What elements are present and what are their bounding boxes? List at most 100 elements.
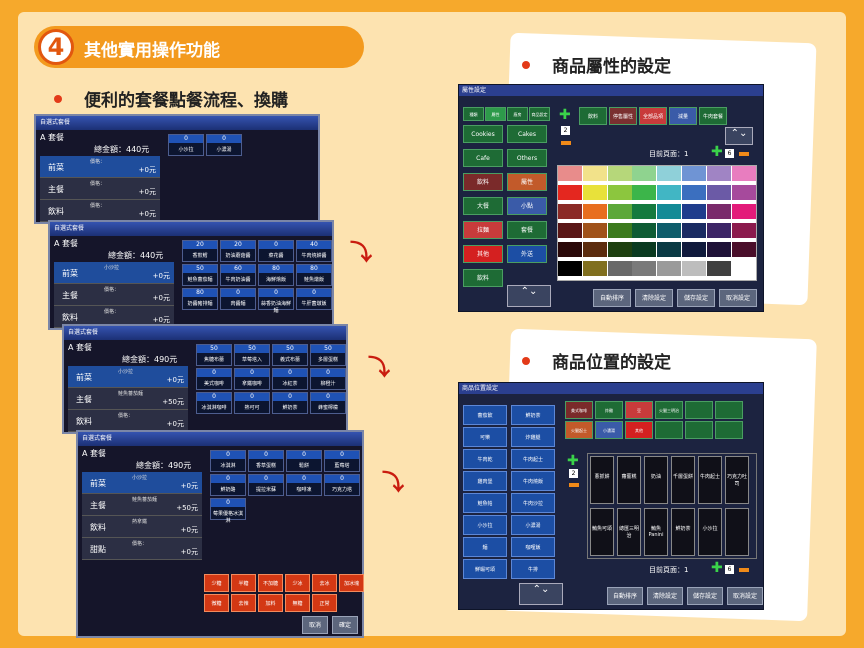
category-row[interactable]: 甜點 價格： +0元: [82, 538, 202, 560]
add-icon[interactable]: ✚: [559, 107, 571, 123]
product-button[interactable]: 牛肉燒飯: [511, 471, 555, 491]
color-swatch[interactable]: [731, 204, 756, 219]
position-slot[interactable]: 奶油: [644, 456, 668, 504]
menu-item-button[interactable]: 0 香草蛋糕: [248, 450, 284, 472]
option-button[interactable]: 無糖: [285, 594, 310, 612]
menu-item-button[interactable]: 20 香煎鱈: [182, 240, 218, 262]
category-button[interactable]: Cakes: [507, 125, 547, 143]
position-slot[interactable]: 鮮奶茶: [671, 508, 695, 556]
option-button[interactable]: 不加糖: [258, 574, 283, 592]
color-swatch[interactable]: [607, 204, 632, 219]
attribute-button[interactable]: 火腿起士: [565, 421, 593, 439]
menu-item-button[interactable]: 0 蒜香奶油海鮮麵: [258, 288, 294, 314]
menu-item-button[interactable]: 0 小濃湯: [206, 134, 242, 156]
attribute-button[interactable]: 美式咖啡: [565, 401, 593, 419]
menu-item-button[interactable]: 50 鮭魚蕃茄麵: [182, 264, 218, 286]
product-button[interactable]: 小沙拉: [463, 515, 507, 535]
position-slot[interactable]: 鮪魚可頌: [590, 508, 614, 556]
option-button[interactable]: 加冰塊: [339, 574, 364, 592]
menu-item-button[interactable]: 0 美式咖啡: [196, 368, 232, 390]
action-button[interactable]: 儲存設定: [687, 587, 723, 605]
category-button[interactable]: 外送: [507, 245, 547, 263]
color-swatch[interactable]: [682, 204, 706, 219]
position-slot[interactable]: 牛肉起士: [698, 456, 722, 504]
menu-item-button[interactable]: 0 鬆餅: [286, 450, 322, 472]
category-button[interactable]: 飲料: [463, 269, 503, 287]
color-swatch[interactable]: [682, 242, 706, 257]
color-swatch[interactable]: [558, 166, 582, 181]
menu-item-button[interactable]: 60 牛肉奶油醬: [220, 264, 256, 286]
color-swatch[interactable]: [632, 166, 657, 181]
product-button[interactable]: 牛肉乾: [463, 449, 507, 469]
product-button[interactable]: 小濃湯: [511, 515, 555, 535]
action-button[interactable]: 自動排序: [607, 587, 643, 605]
attribute-button[interactable]: [685, 401, 713, 419]
menu-item-button[interactable]: 50 義式布蕾: [272, 344, 308, 366]
action-button[interactable]: 清除設定: [647, 587, 683, 605]
color-swatch[interactable]: [582, 166, 607, 181]
color-swatch[interactable]: [706, 166, 731, 181]
attribute-button[interactable]: [715, 421, 743, 439]
menu-item-button[interactable]: 0 菜花醬: [258, 240, 294, 262]
action-button[interactable]: 自動排序: [593, 289, 631, 307]
color-swatch[interactable]: [682, 261, 706, 276]
position-slot[interactable]: 蘿蔔糕: [617, 456, 641, 504]
tab-廚房[interactable]: 廚房: [507, 107, 528, 121]
color-swatch[interactable]: [558, 223, 582, 238]
category-row[interactable]: 主餐 鮭魚蕃茄麵 +50元: [82, 494, 202, 516]
attribute-button[interactable]: 豆: [625, 401, 653, 419]
remove-icon[interactable]: [569, 483, 579, 487]
product-button[interactable]: 牛肉起士: [511, 449, 555, 469]
color-swatch[interactable]: [558, 261, 582, 276]
product-button[interactable]: 鮮蝦可頌: [463, 559, 507, 579]
product-button[interactable]: 咖哩飯: [511, 537, 555, 557]
color-swatch[interactable]: [582, 242, 607, 257]
add-icon[interactable]: ✚: [567, 453, 579, 469]
color-swatch[interactable]: [706, 242, 731, 257]
attribute-button[interactable]: [715, 401, 743, 419]
color-swatch[interactable]: [706, 223, 731, 238]
color-swatch[interactable]: [582, 261, 607, 276]
category-button[interactable]: Cafe: [463, 149, 503, 167]
attribute-button[interactable]: 火腿三明治: [655, 401, 683, 419]
color-swatch[interactable]: [657, 204, 682, 219]
option-button[interactable]: 少冰: [285, 574, 310, 592]
product-button[interactable]: 炸雞腿: [511, 427, 555, 447]
attribute-button[interactable]: 飲料: [579, 107, 607, 125]
color-swatch[interactable]: [607, 166, 632, 181]
cancel-button[interactable]: 取消: [302, 616, 328, 634]
category-button[interactable]: Others: [507, 149, 547, 167]
menu-item-button[interactable]: 50 焦糖布蕾: [196, 344, 232, 366]
position-slot[interactable]: 鮪魚Panini: [644, 508, 668, 556]
color-swatch[interactable]: [607, 185, 632, 200]
category-row[interactable]: 主餐 價格： +0元: [40, 178, 160, 200]
category-row[interactable]: 飲料 價格： +0元: [40, 200, 160, 222]
color-swatch[interactable]: [607, 223, 632, 238]
action-button[interactable]: 取消設定: [719, 289, 757, 307]
category-button[interactable]: 其他: [463, 245, 503, 263]
color-swatch[interactable]: [607, 242, 632, 257]
menu-item-button[interactable]: 20 奶油蘑菇醬: [220, 240, 256, 262]
menu-item-button[interactable]: 0 拿鐵咖啡: [234, 368, 270, 390]
scroll-arrows-icon[interactable]: ⌃⌄: [725, 127, 753, 145]
menu-item-button[interactable]: 50 草莓塔入: [234, 344, 270, 366]
color-swatch[interactable]: [731, 242, 756, 257]
category-row[interactable]: 飲料 價格： +0元: [68, 410, 188, 432]
menu-item-button[interactable]: 0 冰紅茶: [272, 368, 308, 390]
page-add-icon[interactable]: ✚: [711, 144, 723, 160]
product-button[interactable]: 牛排: [511, 559, 555, 579]
color-swatch[interactable]: [731, 166, 756, 181]
attribute-button[interactable]: 減量: [669, 107, 697, 125]
menu-item-button[interactable]: 0 牛肝菌燉飯: [296, 288, 332, 310]
confirm-button[interactable]: 確定: [332, 616, 358, 634]
category-row[interactable]: 主餐 價格： +0元: [54, 284, 174, 306]
menu-item-button[interactable]: 0 柳橙汁: [310, 368, 346, 390]
color-swatch[interactable]: [657, 185, 682, 200]
color-swatch[interactable]: [632, 185, 657, 200]
color-swatch[interactable]: [558, 242, 582, 257]
color-swatch[interactable]: [582, 223, 607, 238]
menu-item-button[interactable]: 0 藍莓塔: [324, 450, 360, 472]
color-swatch[interactable]: [706, 185, 731, 200]
category-button[interactable]: 飲料: [463, 173, 503, 191]
color-swatch[interactable]: [632, 204, 657, 219]
